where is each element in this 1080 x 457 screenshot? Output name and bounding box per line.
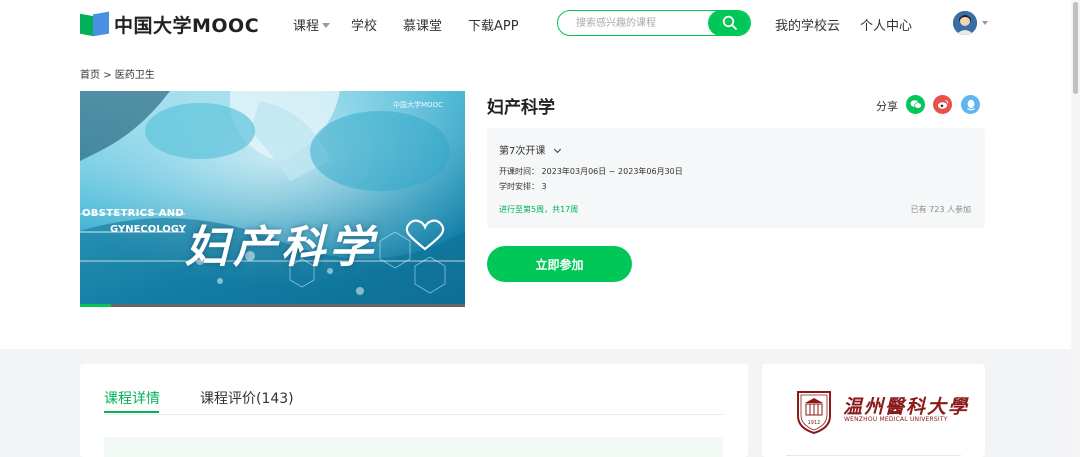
search-button[interactable] xyxy=(708,11,750,35)
session-selector[interactable]: 第7次开课 xyxy=(499,142,562,157)
chevron-down-icon xyxy=(554,145,562,154)
breadcrumb: 首页 > 医药卫生 xyxy=(80,66,155,81)
mooc-logo[interactable]: 中国大学MOOC xyxy=(80,11,259,38)
school-seal-logo: 1912 xyxy=(797,391,831,434)
avatar-portrait-icon xyxy=(953,11,977,35)
nav-mooc-classroom[interactable]: 慕课堂 xyxy=(403,15,442,34)
schedule-label: 开课时间： xyxy=(499,167,539,176)
search-icon xyxy=(722,15,737,30)
tab-divider xyxy=(104,414,723,415)
session-info-panel: 第7次开课 开课时间： 2023年03月06日 ~ 2023年06月30日 学时… xyxy=(487,128,985,228)
user-avatar[interactable] xyxy=(953,11,977,35)
video-progress-bar[interactable] xyxy=(80,304,465,307)
hours-label: 学时安排： xyxy=(499,182,539,191)
course-title: 妇产科学 xyxy=(487,98,555,118)
session-label: 第7次开课 xyxy=(499,146,546,157)
cover-chinese-title: 妇产科学 xyxy=(185,222,377,273)
schedule-row: 开课时间： 2023年03月06日 ~ 2023年06月30日 xyxy=(499,166,683,177)
tab-course-details[interactable]: 课程详情 xyxy=(104,388,160,408)
course-detail-card: 课程详情 课程评价(143) xyxy=(80,364,748,457)
tab-course-reviews[interactable]: 课程评价(143) xyxy=(200,388,294,408)
chevron-down-icon xyxy=(322,23,331,28)
wechat-icon[interactable] xyxy=(906,95,925,114)
breadcrumb-separator: > xyxy=(103,70,112,81)
hours-value: 3 xyxy=(541,182,547,191)
nav-courses[interactable]: 课程 xyxy=(293,15,331,34)
share-label: 分享 xyxy=(876,100,898,113)
school-name-cn: 温州醫科大學 xyxy=(843,396,970,418)
course-cover-video[interactable]: 中国大学MOOC OBSTETRICS AND GYNECOLOGY 妇产科学 xyxy=(80,91,465,307)
cover-watermark: 中国大学MOOC xyxy=(393,101,443,109)
cover-english-title-2: GYNECOLOGY xyxy=(110,224,187,235)
nav-download-app[interactable]: 下载APP xyxy=(468,15,519,34)
seal-year: 1912 xyxy=(808,420,821,426)
hours-row: 学时安排： 3 xyxy=(499,181,547,192)
breadcrumb-home[interactable]: 首页 xyxy=(80,70,100,81)
search-input[interactable] xyxy=(558,11,708,35)
school-card[interactable]: 1912 温州醫科大學 WENZHOU MEDICAL UNIVERSITY xyxy=(762,364,985,457)
participant-count: 已有 723 人参加 xyxy=(910,205,971,214)
cover-english-title-1: OBSTETRICS AND xyxy=(82,208,185,219)
page-scrollbar[interactable] xyxy=(1071,0,1080,457)
nav-courses-label: 课程 xyxy=(293,19,320,34)
logo-text: 中国大学MOOC xyxy=(114,15,260,37)
qq-icon[interactable] xyxy=(961,95,980,114)
breadcrumb-category[interactable]: 医药卫生 xyxy=(115,70,155,81)
course-detail-content xyxy=(104,437,723,457)
chevron-down-icon[interactable] xyxy=(982,21,988,25)
active-tab-indicator xyxy=(104,411,159,413)
nav-schools[interactable]: 学校 xyxy=(351,15,377,34)
logo-book-icon xyxy=(80,11,110,37)
video-progress-fill xyxy=(80,304,111,307)
search-box xyxy=(557,10,751,36)
top-header: 中国大学MOOC 课程 学校 慕课堂 下载APP 我的学校云 个人中心 xyxy=(0,0,1080,46)
school-card-divider xyxy=(786,455,961,456)
my-school-cloud-link[interactable]: 我的学校云 xyxy=(775,15,840,34)
school-name-en: WENZHOU MEDICAL UNIVERSITY xyxy=(844,416,948,423)
scrollbar-thumb[interactable] xyxy=(1073,2,1078,94)
personal-center-link[interactable]: 个人中心 xyxy=(860,15,912,34)
schedule-value: 2023年03月06日 ~ 2023年06月30日 xyxy=(541,167,683,176)
course-progress-text: 进行至第5周，共17周 xyxy=(499,205,579,214)
join-course-button[interactable]: 立即参加 xyxy=(487,246,632,282)
weibo-icon[interactable] xyxy=(933,95,952,114)
